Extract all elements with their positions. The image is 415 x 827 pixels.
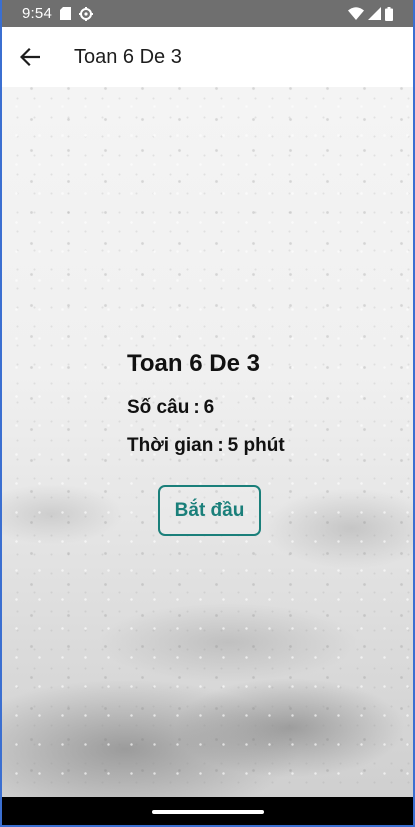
question-count-label: Số câu	[127, 397, 190, 418]
signal-icon	[368, 7, 381, 20]
status-right	[348, 6, 393, 21]
start-button[interactable]: Bắt đầu	[158, 485, 261, 536]
quiz-title: Toan 6 De 3	[127, 350, 260, 377]
question-count-value: 6	[203, 397, 215, 418]
home-indicator[interactable]	[151, 810, 264, 814]
wifi-icon	[348, 7, 364, 20]
question-count-separator: :	[193, 397, 200, 418]
time-label: Thời gian	[127, 435, 214, 456]
time-separator: :	[217, 435, 224, 456]
status-bar: 9:54	[2, 0, 413, 27]
navigation-bar	[2, 797, 413, 825]
status-left: 9:54	[22, 5, 93, 22]
quiz-info: Toan 6 De 3 Số câu:6 Thời gian:5 phút	[127, 349, 285, 471]
back-button[interactable]	[2, 27, 58, 87]
battery-icon	[385, 6, 393, 21]
app-title: Toan 6 De 3	[74, 45, 182, 68]
quiz-content: Toan 6 De 3 Số câu:6 Thời gian:5 phút Bắ…	[2, 87, 413, 799]
gear-icon	[79, 6, 93, 21]
time-value: 5 phút	[227, 435, 285, 456]
status-time: 9:54	[22, 5, 52, 22]
app-bar: Toan 6 De 3	[2, 27, 413, 87]
question-count-row: Số câu:6	[127, 395, 285, 421]
time-row: Thời gian:5 phút	[127, 433, 285, 459]
sd-card-icon	[60, 7, 71, 20]
phone-screen: 9:54 Toan 6 De 3 Toan 6 De 3 Số câu: 6 …	[0, 0, 415, 827]
arrow-left-icon	[20, 47, 40, 67]
